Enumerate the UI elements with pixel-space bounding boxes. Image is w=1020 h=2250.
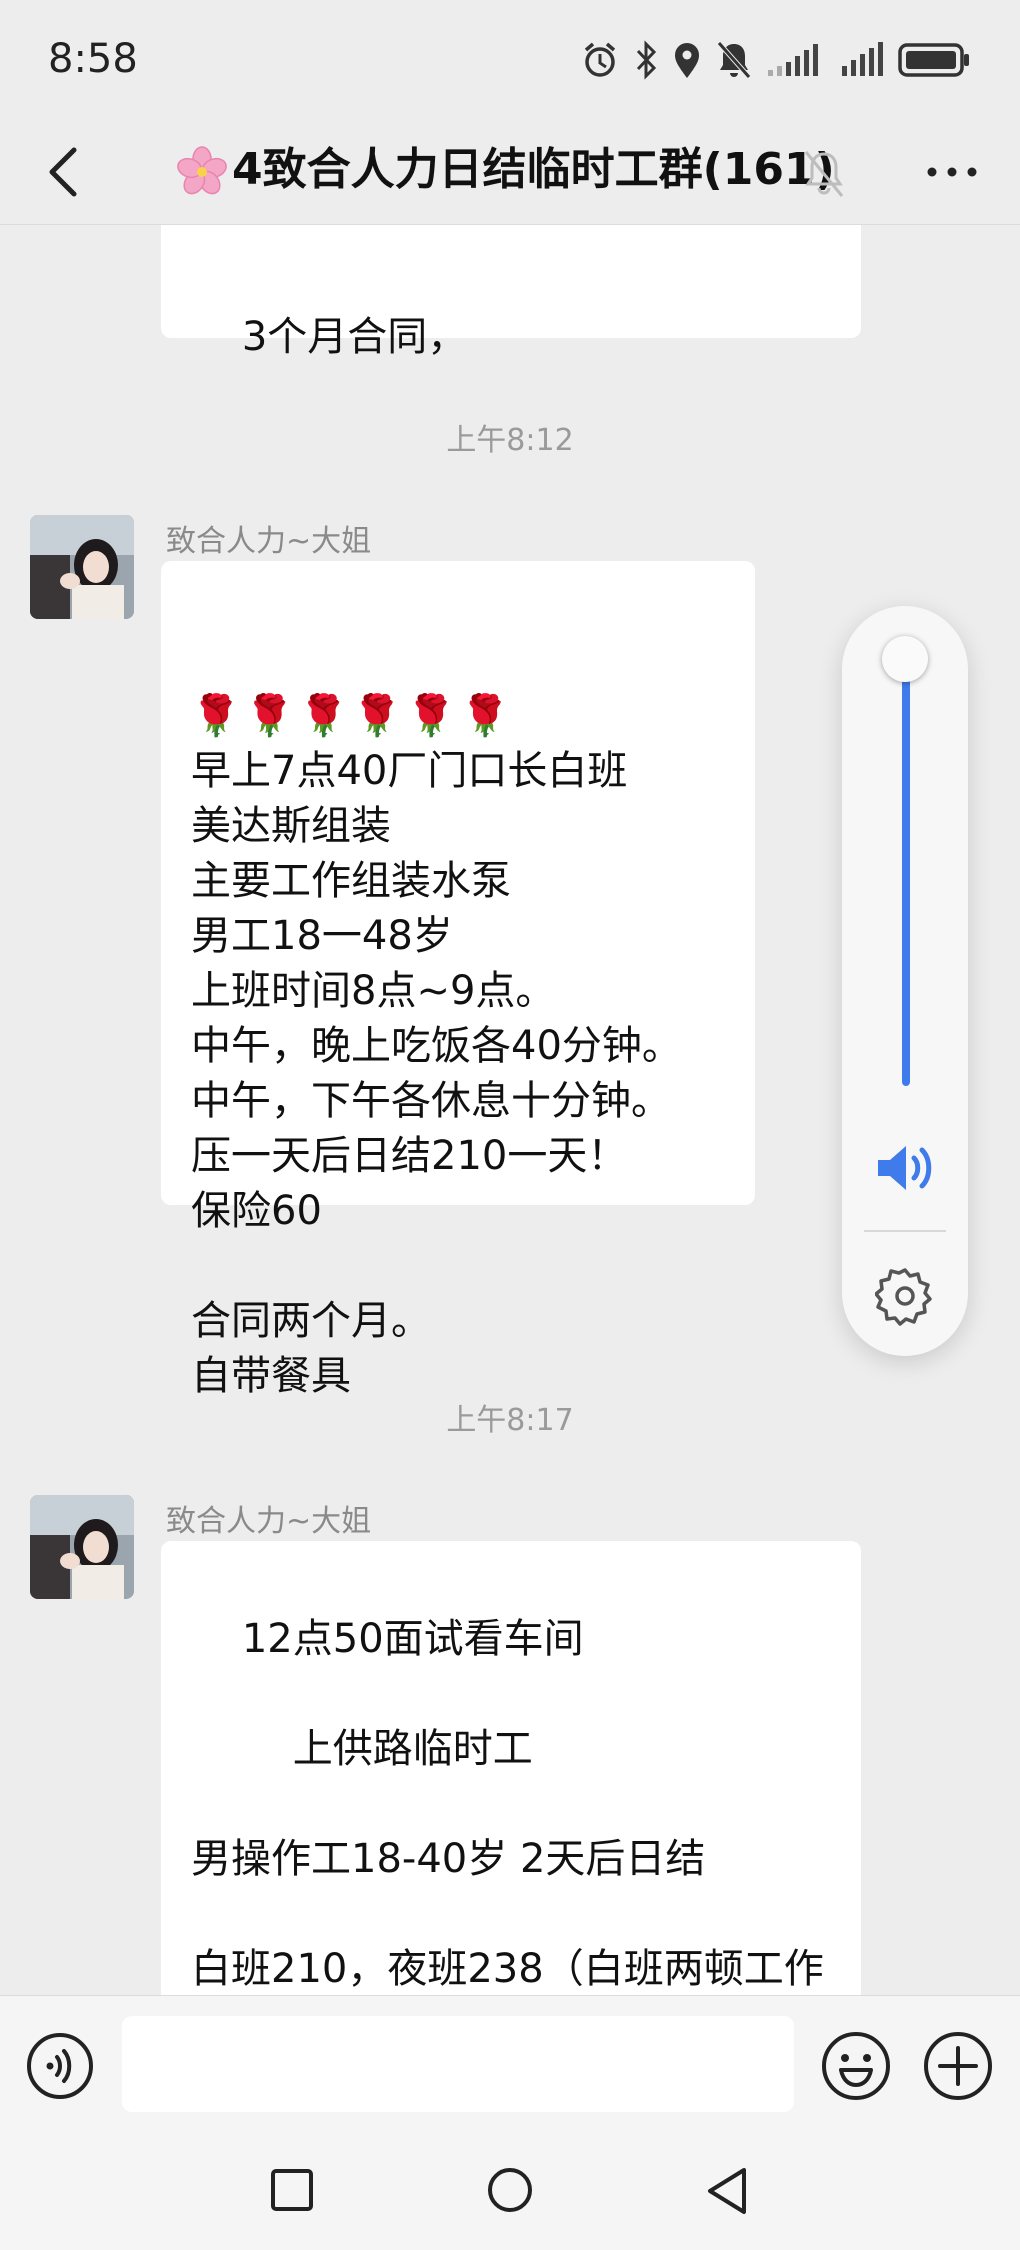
timestamp: 上午8:12: [446, 423, 574, 458]
rose-emoji-row: 🌹🌹🌹🌹🌹🌹: [191, 693, 514, 739]
chat-header: 4致合人力日结临时工群(161): [0, 120, 1020, 225]
emoji-icon[interactable]: [820, 2030, 892, 2102]
message-text: 早上7点40厂门口长白班 美达斯组装 主要工作组装水泵 男工18一48岁 上班时…: [191, 748, 682, 1399]
avatar[interactable]: [30, 515, 134, 619]
speaker-icon[interactable]: [874, 1140, 938, 1196]
voice-icon[interactable]: [26, 2032, 94, 2100]
system-navigation-bar: [0, 2130, 1020, 2250]
notifications-off-icon: [717, 41, 751, 79]
alarm-icon: [584, 42, 616, 77]
message-text: 12点50面试看车间 上供路临时工 男操作工18-40岁 2天后日结 白班210…: [191, 1616, 824, 1992]
sender-name: 致合人力~大姐: [166, 524, 372, 559]
message-bubble[interactable]: 12点50面试看车间 上供路临时工 男操作工18-40岁 2天后日结 白班210…: [161, 1541, 861, 1995]
page-title: 4致合人力日结临时工群(161): [232, 144, 835, 195]
avatar[interactable]: [30, 1495, 134, 1599]
status-bar: 8:58: [0, 0, 1020, 120]
chevron-left-icon[interactable]: [40, 142, 92, 202]
message-input[interactable]: [122, 2016, 794, 2112]
cherry-blossom-icon: [177, 146, 227, 195]
status-icons: [580, 38, 970, 82]
volume-slider[interactable]: [902, 656, 910, 1086]
chat-title-row: 4致合人力日结临时工群(161): [176, 138, 835, 202]
avatar-photo: [30, 515, 134, 619]
status-time: 8:58: [48, 36, 138, 82]
gear-icon[interactable]: [875, 1266, 935, 1326]
divider: [864, 1230, 946, 1232]
bluetooth-icon: [636, 40, 657, 80]
location-icon: [675, 43, 699, 78]
battery-icon: [898, 43, 969, 77]
recents-icon[interactable]: [270, 2168, 314, 2212]
plus-icon[interactable]: [922, 2030, 994, 2102]
signal-icon: [842, 42, 883, 76]
volume-slider-handle[interactable]: [882, 636, 928, 682]
volume-panel: [842, 606, 968, 1356]
home-icon[interactable]: [486, 2166, 534, 2214]
signal-icon: [768, 44, 818, 76]
input-bar: [0, 1995, 1020, 2131]
more-icon[interactable]: [924, 158, 980, 186]
message-bubble[interactable]: 🌹🌹🌹🌹🌹🌹 早上7点40厂门口长白班 美达斯组装 主要工作组装水泵 男工18一4…: [161, 561, 755, 1399]
timestamp: 上午8:17: [446, 1403, 574, 1438]
sender-name: 致合人力~大姐: [166, 1504, 372, 1539]
avatar-photo: [30, 1495, 134, 1599]
message-text: 3个月合同，: [241, 314, 468, 360]
message-bubble[interactable]: 3个月合同，: [161, 225, 861, 360]
back-icon[interactable]: [704, 2166, 750, 2216]
mute-bell-icon: [804, 151, 844, 197]
